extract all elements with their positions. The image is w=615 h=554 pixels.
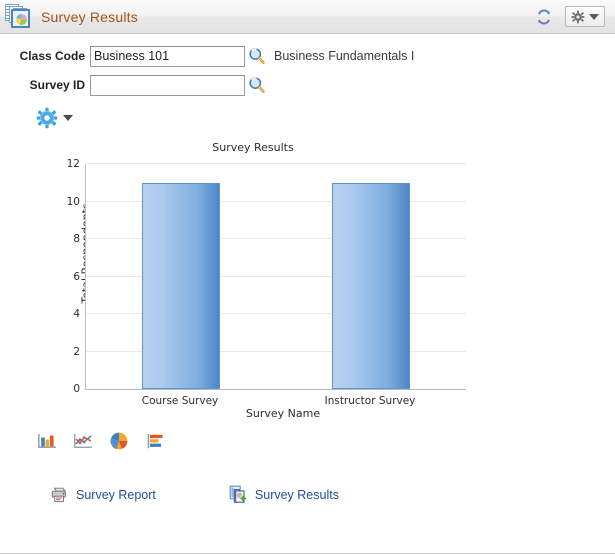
chevron-down-icon[interactable] <box>63 115 73 121</box>
survey-results-link[interactable]: Survey Results <box>229 485 339 504</box>
chart-y-tick-label: 0 <box>73 383 80 395</box>
horizontal-bar-chart-icon[interactable] <box>145 431 165 451</box>
survey-report-link[interactable]: Survey Report <box>50 486 156 504</box>
chart-x-tick-label: Course Survey <box>141 395 219 407</box>
printer-icon <box>50 486 70 504</box>
vertical-bar-chart-icon[interactable] <box>37 431 57 451</box>
pie-chart-icon[interactable] <box>109 431 129 451</box>
survey-id-lookup-icon[interactable] <box>248 76 266 94</box>
survey-results-link-label: Survey Results <box>254 487 339 502</box>
chart-y-tick-label: 6 <box>73 270 80 283</box>
survey-report-link-label: Survey Report <box>76 487 156 502</box>
chart-y-tick-label: 2 <box>73 345 80 358</box>
survey-id-input[interactable] <box>90 74 245 96</box>
refresh-icon[interactable] <box>535 8 553 26</box>
survey-results-page: Survey Results Class Code Business 101 B… <box>0 0 615 554</box>
header-actions <box>535 6 605 27</box>
chart-options-toolbar <box>36 107 615 129</box>
chart-plot-area <box>85 163 466 390</box>
survey-results-chart: Survey Results Total Respondents Survey … <box>18 135 488 425</box>
page-title: Survey Results <box>41 8 138 25</box>
class-code-row: Class Code Business Fundamentals I <box>0 44 615 68</box>
chart-type-selector <box>37 431 615 451</box>
chart-title: Survey Results <box>212 141 294 154</box>
search-criteria-section: Class Code Business Fundamentals I Surve… <box>0 34 615 97</box>
chevron-down-icon[interactable] <box>589 13 599 20</box>
gear-icon[interactable] <box>36 107 58 129</box>
chart-bar[interactable] <box>142 182 220 389</box>
chart-gridline <box>86 163 466 164</box>
page-header: Survey Results <box>0 0 615 34</box>
page-links: Survey Report Survey Results <box>50 485 615 504</box>
survey-id-row: Survey ID <box>0 73 615 97</box>
chart-y-tick-label: 10 <box>66 195 80 208</box>
chart-y-tick-label: 4 <box>73 308 80 320</box>
pages-icon <box>229 485 249 504</box>
survey-results-stack-icon <box>5 3 33 31</box>
class-code-input[interactable] <box>90 45 245 67</box>
header-actions-menu-button[interactable] <box>565 6 605 27</box>
chart-x-axis-label: Survey Name <box>245 407 321 420</box>
chart-bar[interactable] <box>332 182 410 389</box>
line-chart-icon[interactable] <box>73 431 93 451</box>
class-code-description: Business Fundamentals I <box>274 49 415 63</box>
gear-icon <box>571 10 585 23</box>
chart-y-tick-label: 12 <box>66 158 80 170</box>
class-code-label: Class Code <box>19 49 85 63</box>
survey-id-label: Survey ID <box>29 78 85 92</box>
chart-x-tick-label: Instructor Survey <box>324 395 416 407</box>
chart-y-tick-label: 8 <box>73 233 80 245</box>
class-code-lookup-icon[interactable] <box>248 47 266 65</box>
